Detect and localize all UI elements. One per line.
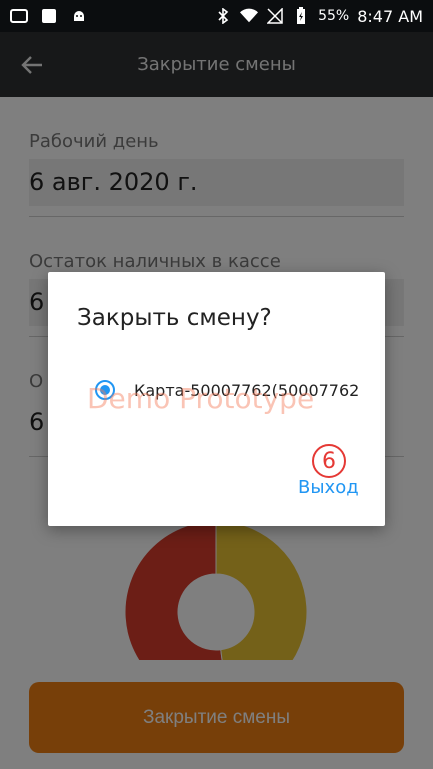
payment-option[interactable]: Карта-50007762(50007762) [95,380,359,400]
dim-overlay[interactable] [0,32,433,97]
app-notification-icon [40,7,58,25]
clock: 8:47 AM [357,6,423,26]
dialog-title: Закрыть смену? [77,305,272,331]
status-bar: 55% 8:47 AM [0,0,433,32]
battery-percent: 55% [318,8,350,24]
wifi-icon [240,7,259,25]
radio-selected-icon[interactable] [95,380,115,400]
android-icon [70,7,88,25]
step-badge: 6 [312,444,346,478]
battery-charging-icon [292,7,310,25]
close-shift-dialog: Закрыть смену? Карта-50007762(50007762) … [48,272,385,526]
exit-button[interactable]: Выход [298,477,359,498]
bluetooth-icon [214,7,232,25]
notification-icon [10,7,28,25]
payment-option-label: Карта-50007762(50007762) [134,380,359,400]
no-signal-icon [266,7,284,25]
